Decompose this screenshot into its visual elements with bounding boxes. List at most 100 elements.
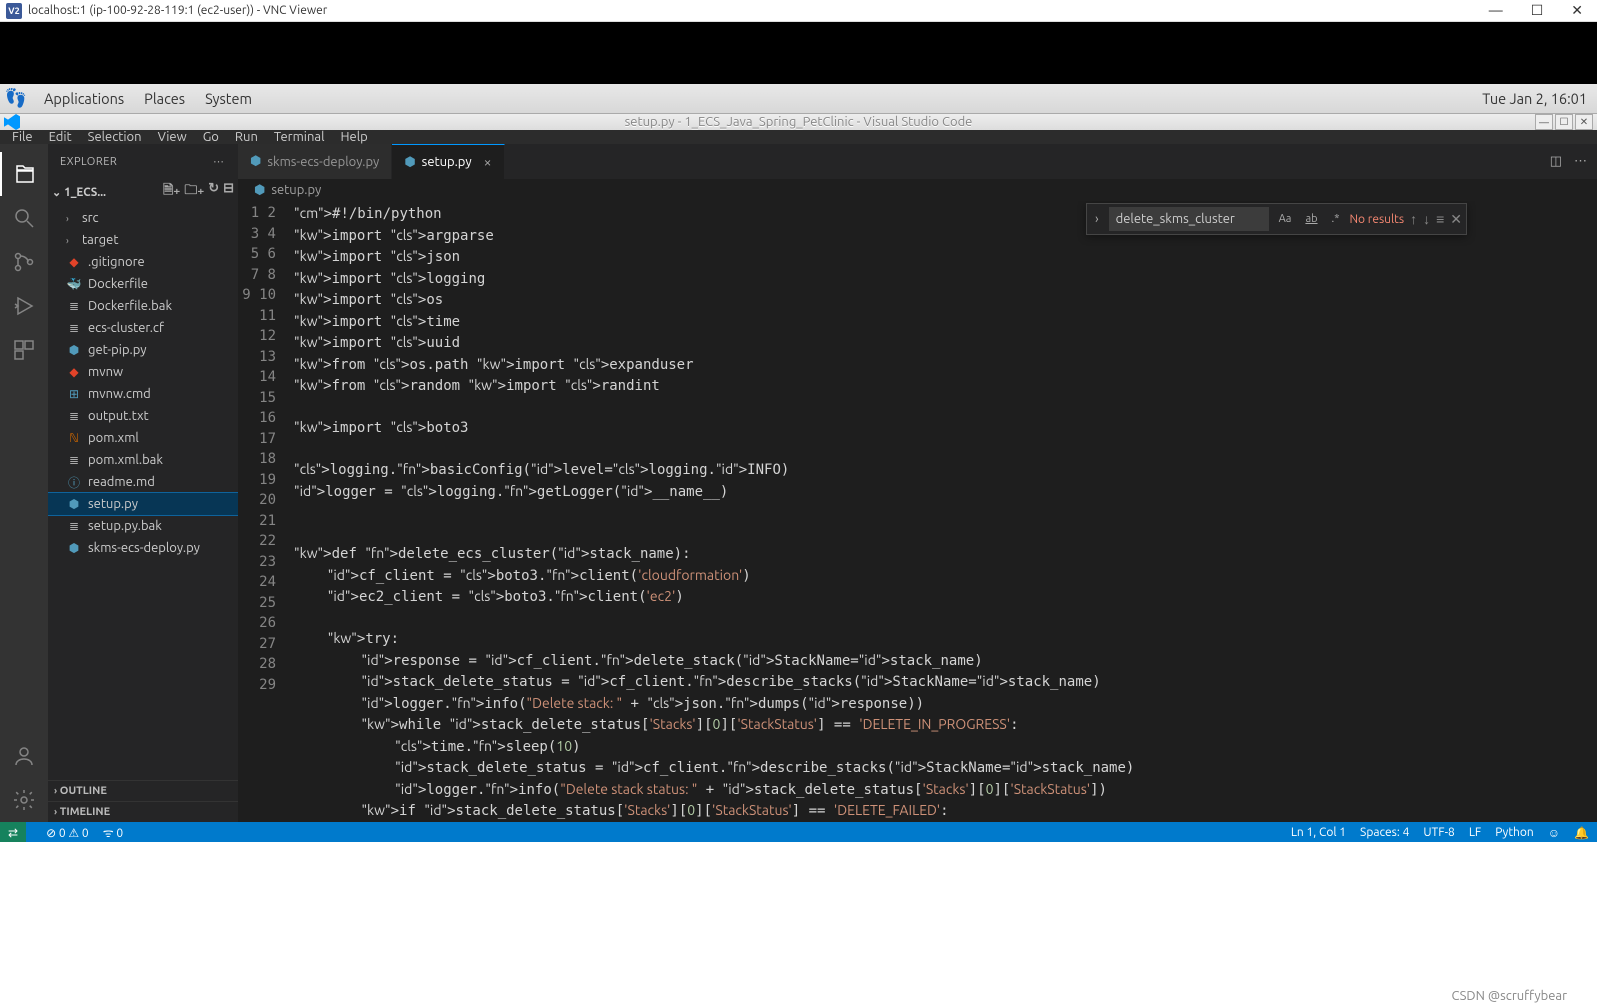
vscode-close-icon[interactable]: ✕: [1575, 114, 1593, 130]
file-label: skms-ecs-deploy.py: [88, 541, 200, 555]
file-tree-item[interactable]: ◆.gitignore: [48, 251, 238, 273]
tab-skms-ecs-deploy[interactable]: ⬢ skms-ecs-deploy.py: [238, 144, 392, 179]
find-match-case-icon[interactable]: Aa: [1275, 211, 1296, 227]
vscode-title-text: setup.py - 1_ECS_Java_Spring_PetClinic -…: [625, 115, 973, 129]
menu-view[interactable]: View: [150, 130, 195, 144]
file-type-icon: ⬢: [66, 497, 82, 511]
file-label: setup.py: [88, 497, 138, 511]
activity-settings-icon[interactable]: [0, 778, 48, 822]
gnome-menu-places[interactable]: Places: [134, 90, 195, 107]
file-tree-item[interactable]: ≣setup.py.bak: [48, 515, 238, 537]
menu-help[interactable]: Help: [332, 130, 375, 144]
activity-run-debug-icon[interactable]: [0, 284, 48, 328]
status-errors[interactable]: ⊘ 0 ⚠ 0: [46, 826, 89, 840]
file-tree-item[interactable]: ℕpom.xml: [48, 427, 238, 449]
file-type-icon: ≣: [66, 519, 82, 533]
find-regex-icon[interactable]: .*: [1328, 211, 1344, 227]
menu-file[interactable]: File: [4, 130, 41, 144]
status-bell-icon[interactable]: 🔔: [1574, 826, 1589, 840]
editor-tabs: ⬢ skms-ecs-deploy.py ⬢ setup.py × ◫ ⋯: [238, 144, 1597, 179]
explorer-header: EXPLORER ⋯: [48, 144, 238, 179]
find-close-icon[interactable]: ✕: [1450, 211, 1462, 228]
project-header[interactable]: ⌄ 1_ECS... 🗎₊ 🗀₊ ↻ ⊟: [48, 179, 238, 205]
explorer-more-icon[interactable]: ⋯: [213, 155, 226, 168]
gnome-menu-system[interactable]: System: [195, 90, 262, 107]
vscode-maximize-icon[interactable]: ☐: [1555, 114, 1573, 130]
window-close-icon[interactable]: ✕: [1571, 2, 1583, 19]
minimap[interactable]: [1477, 201, 1597, 822]
gnome-clock[interactable]: Tue Jan 2, 16:01: [1482, 90, 1593, 107]
status-ports[interactable]: ᯤ 0: [103, 824, 124, 841]
find-result-text: No results: [1349, 213, 1404, 226]
file-label: pom.xml.bak: [88, 453, 163, 467]
new-folder-icon[interactable]: 🗀₊: [184, 181, 204, 203]
python-file-icon: ⬢: [250, 154, 261, 169]
file-tree-item[interactable]: ⊞mvnw.cmd: [48, 383, 238, 405]
file-type-icon: ℕ: [66, 431, 82, 445]
editor-more-icon[interactable]: ⋯: [1574, 154, 1587, 169]
file-tree-item[interactable]: ⬢get-pip.py: [48, 339, 238, 361]
activity-source-control-icon[interactable]: [0, 240, 48, 284]
status-eol[interactable]: LF: [1469, 826, 1481, 839]
window-minimize-icon[interactable]: —: [1489, 2, 1503, 19]
file-tree-item[interactable]: ⬢ setup.py: [48, 493, 238, 515]
find-prev-icon[interactable]: ↑: [1410, 211, 1417, 227]
python-file-icon: ⬢: [404, 155, 415, 170]
menu-terminal[interactable]: Terminal: [266, 130, 333, 144]
vnc-logo-icon: V2: [6, 3, 22, 19]
breadcrumb[interactable]: ⬢ setup.py: [238, 179, 1597, 201]
activity-explorer-icon[interactable]: [0, 152, 48, 196]
find-next-icon[interactable]: ↓: [1423, 211, 1430, 227]
file-type-icon: ◆: [66, 255, 82, 269]
window-maximize-icon[interactable]: ☐: [1531, 2, 1544, 19]
vnc-titlebar: V2 localhost:1 (ip-100-92-28-119:1 (ec2-…: [0, 0, 1597, 22]
file-label: mvnw.cmd: [88, 387, 151, 401]
tab-setup-py[interactable]: ⬢ setup.py ×: [392, 144, 504, 179]
file-tree-item[interactable]: ≣pom.xml.bak: [48, 449, 238, 471]
activity-extensions-icon[interactable]: [0, 328, 48, 372]
close-tab-icon[interactable]: ×: [484, 154, 492, 170]
line-gutter: 1 2 3 4 5 6 7 8 9 10 11 12 13 14 15 16 1…: [238, 201, 294, 822]
new-file-icon[interactable]: 🗎₊: [163, 181, 180, 203]
vscode-minimize-icon[interactable]: —: [1535, 114, 1553, 130]
code-editor[interactable]: "cm">#!/bin/python "kw">import "cls">arg…: [294, 201, 1477, 822]
timeline-section[interactable]: › TIMELINE: [48, 801, 238, 822]
explorer-sidebar: EXPLORER ⋯ ⌄ 1_ECS... 🗎₊ 🗀₊ ↻ ⊟ ›src›tar…: [48, 144, 238, 822]
refresh-icon[interactable]: ↻: [208, 181, 219, 203]
remote-indicator[interactable]: ⇄: [0, 822, 26, 844]
file-tree-item[interactable]: ⬢skms-ecs-deploy.py: [48, 537, 238, 559]
file-type-icon: ◆: [66, 365, 82, 379]
menu-edit[interactable]: Edit: [41, 130, 80, 144]
activity-search-icon[interactable]: [0, 196, 48, 240]
find-whole-word-icon[interactable]: ab: [1301, 211, 1321, 227]
status-cursor[interactable]: Ln 1, Col 1: [1291, 826, 1346, 839]
collapse-all-icon[interactable]: ⊟: [223, 181, 234, 203]
split-editor-icon[interactable]: ◫: [1550, 154, 1562, 169]
find-toggle-replace-icon[interactable]: ›: [1091, 212, 1103, 226]
vnc-title-text: localhost:1 (ip-100-92-28-119:1 (ec2-use…: [28, 4, 327, 17]
status-encoding[interactable]: UTF-8: [1423, 826, 1454, 839]
find-input[interactable]: [1109, 207, 1269, 231]
find-selection-icon[interactable]: ≡: [1436, 211, 1444, 227]
page-bottom-whitespace: CSDN @scruffybear: [0, 842, 1597, 1007]
activity-accounts-icon[interactable]: [0, 734, 48, 778]
status-feedback-icon[interactable]: ☺: [1548, 826, 1560, 840]
file-tree-item[interactable]: ≣output.txt: [48, 405, 238, 427]
file-tree-item[interactable]: 🐳Dockerfile: [48, 273, 238, 295]
gnome-menu-applications[interactable]: Applications: [34, 90, 134, 107]
status-spaces[interactable]: Spaces: 4: [1360, 826, 1409, 839]
file-tree-item[interactable]: ›src: [48, 207, 238, 229]
file-tree-item[interactable]: ≣Dockerfile.bak: [48, 295, 238, 317]
menu-selection[interactable]: Selection: [80, 130, 150, 144]
file-tree: ›src›target◆.gitignore🐳Dockerfile≣Docker…: [48, 205, 238, 780]
file-tree-item[interactable]: ›target: [48, 229, 238, 251]
file-tree-item[interactable]: ⓘreadme.md: [48, 471, 238, 493]
file-tree-item[interactable]: ≣ecs-cluster.cf: [48, 317, 238, 339]
file-tree-item[interactable]: ◆mvnw: [48, 361, 238, 383]
status-language[interactable]: Python: [1495, 826, 1534, 839]
python-file-icon: ⬢: [254, 183, 265, 198]
gnome-foot-icon[interactable]: 👣: [4, 87, 28, 111]
menu-go[interactable]: Go: [195, 130, 227, 144]
outline-section[interactable]: › OUTLINE: [48, 780, 238, 801]
menu-run[interactable]: Run: [227, 130, 266, 144]
